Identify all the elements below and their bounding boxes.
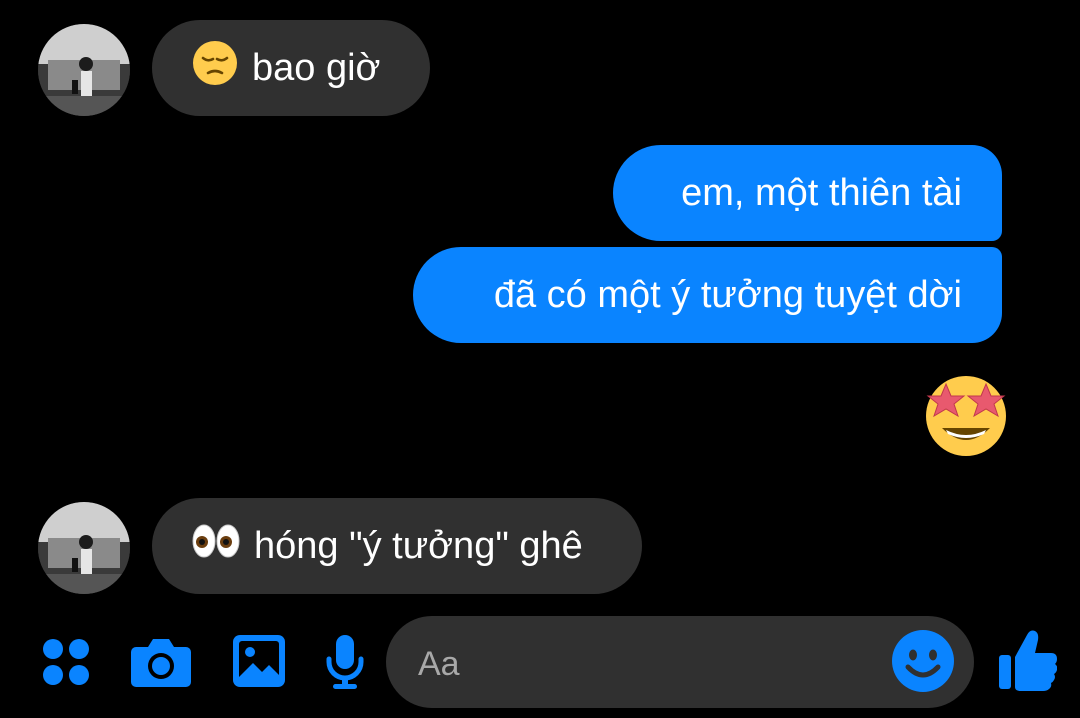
message-text: đã có một ý tưởng tuyệt dời xyxy=(493,273,962,316)
message-text: hóng "ý tưởng" ghê xyxy=(254,524,583,567)
apps-icon[interactable] xyxy=(40,636,92,688)
incoming-message[interactable]: hóng "ý tưởng" ghê xyxy=(152,498,642,594)
contact-avatar[interactable] xyxy=(38,24,130,116)
microphone-icon[interactable] xyxy=(322,632,368,692)
camera-icon[interactable] xyxy=(130,634,192,690)
outgoing-message[interactable]: đã có một ý tưởng tuyệt dời xyxy=(413,247,1002,343)
gallery-icon[interactable] xyxy=(230,632,288,690)
star-struck-face-icon[interactable] xyxy=(920,370,1012,458)
message-text: bao giờ xyxy=(252,46,381,89)
eyes-icon xyxy=(192,523,240,569)
outgoing-message[interactable]: em, một thiên tài xyxy=(613,145,1002,241)
contact-avatar[interactable] xyxy=(38,502,130,594)
incoming-message[interactable]: bao giờ xyxy=(152,20,430,116)
message-composer[interactable]: Aa xyxy=(386,616,974,708)
pensive-face-icon xyxy=(192,40,238,96)
thumbs-up-icon[interactable] xyxy=(996,626,1058,692)
emoji-icon[interactable] xyxy=(890,628,956,694)
message-text: em, một thiên tài xyxy=(681,171,962,214)
message-input-placeholder[interactable]: Aa xyxy=(418,645,460,684)
